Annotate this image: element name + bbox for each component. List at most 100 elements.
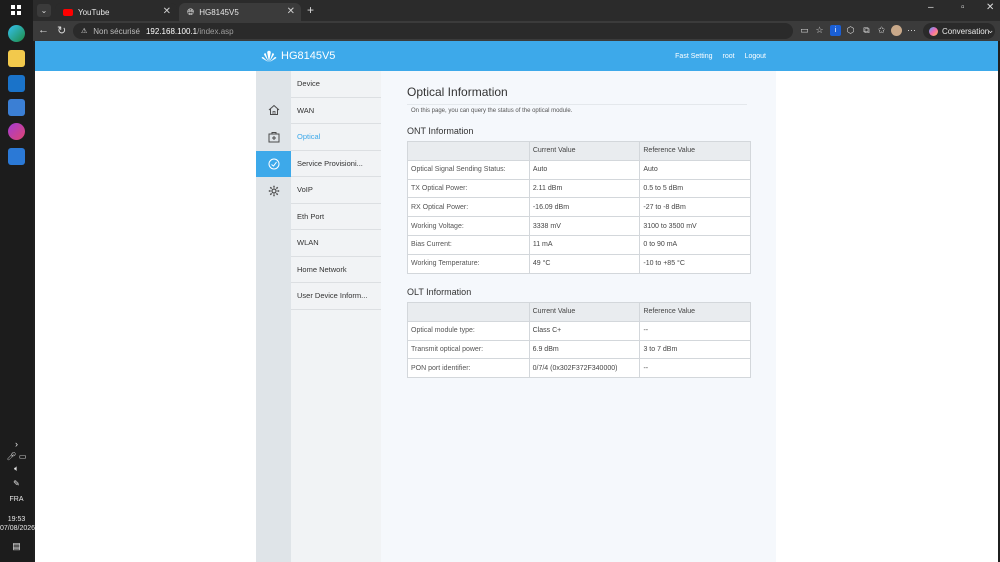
window-close-icon[interactable]: ✕ (986, 2, 994, 13)
submenu-home-network[interactable]: Home Network (291, 257, 381, 283)
fast-setting-link[interactable]: Fast Setting (675, 53, 712, 60)
status-submenu: Device WAN Optical Service Provisioni...… (291, 71, 381, 562)
more-icon[interactable]: ⋯ (906, 25, 917, 36)
submenu-service-provisioning[interactable]: Service Provisioni... (291, 151, 381, 177)
tab-youtube[interactable]: YouTube ✕ (55, 3, 177, 21)
globe-icon: 🌐︎ (187, 6, 195, 17)
app-icon[interactable] (8, 148, 25, 165)
gauge-icon (268, 158, 279, 170)
copilot-label: Conversation (942, 26, 990, 36)
nav-advanced[interactable] (256, 178, 291, 204)
submenu-optical[interactable]: Optical (291, 124, 381, 151)
current-value: 0/7/4 (0x302F372F340000) (528, 358, 641, 379)
title-divider (407, 104, 747, 105)
clock-date[interactable]: 07/08/2026 (0, 525, 35, 533)
olt-table: Current Value Reference Value Optical mo… (407, 302, 751, 379)
minimize-icon[interactable]: – (928, 2, 934, 13)
table-row: Transmit optical power: 6.9 dBm 3 to 7 d… (407, 339, 751, 360)
favorite-icon[interactable]: ☆ (814, 25, 825, 36)
tab-label: HG8145V5 (199, 7, 239, 17)
close-icon[interactable]: ✕ (287, 6, 295, 17)
reference-value: Auto (639, 159, 751, 180)
logout-link[interactable]: Logout (745, 53, 766, 60)
edge-icon[interactable] (8, 25, 25, 42)
tab-strip: ⌄ YouTube ✕ 🌐︎ HG8145V5 ✕ + – ▫ ✕ (33, 0, 1000, 21)
row-label: Optical module type: (407, 320, 530, 341)
tab-label: YouTube (78, 7, 110, 17)
file-explorer-icon[interactable] (8, 50, 25, 67)
submenu-wlan[interactable]: WLAN (291, 230, 381, 257)
table-row: Optical Signal Sending Status: Auto Auto (407, 159, 751, 180)
shield-icon[interactable]: ⬡ (845, 25, 856, 36)
extensions-icon[interactable]: ⧉ (861, 25, 872, 36)
address-bar[interactable]: ⚠ Non sécurisé 192.168.100.1/index.asp (73, 23, 793, 39)
pen-icon[interactable]: ✎ (0, 480, 33, 488)
reference-value: 0.5 to 5 dBm (639, 178, 751, 199)
table-row: Bias Current: 11 mA 0 to 90 mA (407, 234, 751, 255)
reference-value: 0 to 90 mA (639, 234, 751, 255)
page-title: Optical Information (407, 85, 508, 99)
home-icon (268, 104, 279, 115)
olt-section-title: OLT Information (407, 287, 472, 297)
mic-icon[interactable]: 🎤︎ ▭ (0, 453, 33, 461)
nav-status[interactable] (256, 151, 297, 177)
url-host: 192.168.100.1 (145, 26, 198, 36)
router-header: HG8145V5 Fast Setting root Logout (35, 41, 998, 71)
maximize-icon[interactable]: ▫ (961, 2, 965, 13)
row-label: PON port identifier: (407, 358, 530, 379)
current-value: 6.9 dBm (528, 339, 641, 360)
notification-icon[interactable]: ▤ (0, 542, 33, 551)
nav-home[interactable] (256, 97, 291, 123)
volume-icon[interactable]: 🔈︎ (0, 465, 33, 473)
chevron-up-icon[interactable]: › (0, 440, 33, 449)
tab-hg8145v5[interactable]: 🌐︎ HG8145V5 ✕ (179, 3, 301, 21)
user-link[interactable]: root (723, 53, 735, 60)
chevron-down-icon[interactable]: ⌄ (985, 25, 996, 36)
remote-desktop-icon[interactable] (8, 99, 25, 116)
ont-table: Current Value Reference Value Optical Si… (407, 141, 751, 274)
refresh-icon[interactable]: ↻ (57, 24, 66, 37)
reader-icon[interactable]: ▭ (799, 25, 810, 36)
extension-badge-icon[interactable]: i (830, 25, 841, 36)
submenu-device[interactable]: Device (291, 71, 381, 98)
table-row: TX Optical Power: 2.11 dBm 0.5 to 5 dBm (407, 178, 751, 199)
clock-time[interactable]: 19:53 (0, 516, 33, 524)
gear-icon (268, 185, 279, 197)
submenu-user-device-info[interactable]: User Device Inform... (291, 283, 381, 310)
windows-taskbar: › 🎤︎ ▭ 🔈︎ ✎ FRA 19:53 07/08/2026 ▤ (0, 0, 35, 562)
row-label: Bias Current: (407, 234, 530, 255)
reference-value: 3 to 7 dBm (639, 339, 751, 360)
current-value: 11 mA (528, 234, 641, 255)
nav-maintenance[interactable] (256, 124, 291, 150)
page-description: On this page, you can query the status o… (411, 108, 573, 114)
close-icon[interactable]: ✕ (163, 6, 171, 17)
header-cell (407, 141, 530, 161)
outlook-icon[interactable] (8, 75, 25, 92)
header-cell: Reference Value (639, 141, 751, 161)
router-logo: HG8145V5 (261, 49, 335, 63)
row-label: Working Temperature: (407, 253, 530, 274)
new-tab-icon[interactable]: + (307, 3, 314, 17)
main-nav (256, 71, 297, 562)
messenger-icon[interactable] (8, 123, 25, 140)
security-label: Non sécurisé (93, 26, 140, 36)
header-cell: Current Value (528, 302, 641, 322)
submenu-wan[interactable]: WAN (291, 98, 381, 124)
url-path: /index.asp (197, 26, 234, 36)
start-icon[interactable] (11, 5, 21, 15)
favorites-list-icon[interactable]: ✩ (876, 25, 887, 36)
submenu-voip[interactable]: VoIP (291, 177, 381, 204)
submenu-eth-port[interactable]: Eth Port (291, 204, 381, 230)
router-model: HG8145V5 (281, 50, 336, 62)
youtube-icon (63, 8, 73, 16)
current-value: Class C+ (528, 320, 641, 341)
tab-actions-icon[interactable]: ⌄ (37, 4, 51, 17)
profile-avatar[interactable] (891, 25, 902, 36)
language-indicator[interactable]: FRA (0, 496, 33, 504)
back-icon[interactable]: ← (38, 24, 49, 36)
row-label: RX Optical Power: (407, 197, 530, 218)
header-cell: Current Value (528, 141, 641, 161)
current-value: -16.09 dBm (528, 197, 641, 218)
content-panel: Optical Information On this page, you ca… (381, 71, 776, 562)
huawei-logo-icon (261, 50, 277, 62)
